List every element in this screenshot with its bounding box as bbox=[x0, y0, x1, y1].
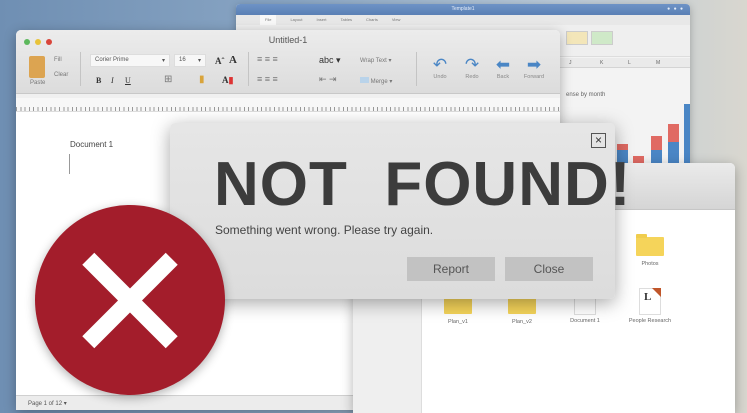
style-swatch[interactable] bbox=[566, 31, 588, 45]
text-cursor bbox=[69, 154, 70, 174]
column-j[interactable]: J bbox=[569, 60, 572, 66]
forward-arrow-icon: ➡ bbox=[526, 55, 542, 74]
page-indicator[interactable]: Page 1 of 12 bbox=[28, 401, 62, 407]
back-label: Back bbox=[496, 74, 510, 80]
increase-font-icon[interactable]: Aˆ bbox=[215, 56, 225, 66]
redo-icon: ↷ bbox=[464, 55, 480, 74]
indent-icon[interactable]: ⇤ ⇥ bbox=[319, 74, 337, 85]
error-dialog: × NOT FOUND! Something went wrong. Pleas… bbox=[170, 123, 630, 299]
style-swatch[interactable] bbox=[591, 31, 613, 45]
forward-label: Forward bbox=[523, 74, 545, 80]
underline-button[interactable]: U bbox=[125, 76, 131, 85]
align-top-icon[interactable]: ≡ ≡ ≡ bbox=[257, 54, 278, 64]
tab-tables[interactable]: Tables bbox=[340, 15, 352, 25]
paste-icon[interactable] bbox=[29, 56, 45, 78]
fill-color-icon[interactable]: ▮ bbox=[199, 74, 205, 85]
clear-button[interactable]: Clear bbox=[54, 72, 68, 78]
error-x-icon bbox=[35, 205, 225, 395]
borders-icon[interactable]: ⊞ bbox=[164, 74, 172, 85]
wrap-text-label: Wrap Text bbox=[360, 58, 387, 64]
decrease-font-icon[interactable]: A bbox=[229, 54, 237, 66]
forward-button[interactable]: ➡ Forward bbox=[519, 55, 549, 81]
file-item[interactable]: L People Research bbox=[615, 288, 685, 324]
redo-label: Redo bbox=[465, 74, 479, 80]
report-button[interactable]: Report bbox=[407, 257, 495, 281]
document-text[interactable]: Document 1 bbox=[70, 140, 113, 149]
error-message: Something went wrong. Please try again. bbox=[215, 223, 434, 237]
back-button[interactable]: ⬅ Back bbox=[488, 55, 518, 81]
bold-button[interactable]: B bbox=[96, 76, 101, 85]
ribbon-tabs: File Layout Insert Tables Charts View bbox=[236, 15, 690, 25]
back-arrow-icon: ⬅ bbox=[495, 55, 511, 74]
document-icon: L bbox=[639, 288, 661, 315]
chart-bar bbox=[668, 142, 679, 165]
undo-icon: ↶ bbox=[432, 55, 448, 74]
column-l[interactable]: L bbox=[628, 60, 631, 66]
chart-bar bbox=[684, 104, 690, 165]
file-label: People Research bbox=[628, 318, 672, 324]
file-item[interactable]: Plan_v2 bbox=[487, 292, 557, 325]
tab-insert[interactable]: Insert bbox=[316, 15, 326, 25]
ruler[interactable] bbox=[16, 98, 560, 112]
chart-bar bbox=[668, 124, 679, 142]
tab-view[interactable]: View bbox=[392, 15, 401, 25]
file-label: Document 1 bbox=[570, 318, 600, 324]
italic-button[interactable]: I bbox=[111, 76, 114, 85]
window-controls[interactable]: ● ● ● bbox=[667, 4, 684, 15]
file-item[interactable]: Plan_v1 bbox=[423, 292, 493, 325]
file-label: Plan_v1 bbox=[448, 319, 468, 325]
file-label: Plan_v2 bbox=[512, 319, 532, 325]
font-value: Corier Prime bbox=[95, 57, 129, 63]
file-label: Photos bbox=[641, 261, 659, 267]
undo-label: Undo bbox=[433, 74, 447, 80]
font-color-icon[interactable]: A▮ bbox=[222, 75, 233, 86]
undo-button[interactable]: ↶ Undo bbox=[425, 55, 455, 81]
window-title: Untitled-1 bbox=[268, 35, 308, 45]
font-size-select[interactable]: 16 ▾ bbox=[174, 54, 206, 67]
column-k[interactable]: K bbox=[600, 60, 603, 66]
tab-charts[interactable]: Charts bbox=[366, 15, 378, 25]
align-left-icon[interactable]: ≡ ≡ ≡ bbox=[257, 74, 278, 84]
chart-title: ense by month bbox=[566, 92, 606, 98]
tab-file[interactable]: File bbox=[260, 15, 277, 25]
file-item[interactable]: Photos bbox=[615, 234, 685, 267]
folder-icon bbox=[636, 234, 664, 256]
toolbar: Untitled-1 Paste Fill Clear Corier Prime… bbox=[16, 30, 560, 94]
chart-bar bbox=[651, 136, 662, 150]
spreadsheet-titlebar: Template1 ● ● ● bbox=[236, 4, 690, 15]
fill-button[interactable]: Fill bbox=[54, 57, 62, 63]
paste-button[interactable]: Paste bbox=[30, 80, 45, 86]
abc-label: abc bbox=[319, 55, 334, 65]
column-m[interactable]: M bbox=[656, 60, 660, 66]
redo-button[interactable]: ↷ Redo bbox=[457, 55, 487, 81]
spreadsheet-title: Template1 bbox=[451, 6, 475, 12]
tab-layout[interactable]: Layout bbox=[290, 15, 302, 25]
font-select[interactable]: Corier Prime ▾ bbox=[90, 54, 170, 67]
merge-button[interactable]: Merge ▾ bbox=[360, 77, 392, 85]
wrap-text-button[interactable]: Wrap Text ▾ bbox=[360, 57, 391, 64]
close-icon[interactable]: × bbox=[591, 133, 606, 148]
close-button[interactable]: Close bbox=[505, 257, 593, 281]
font-size-value: 16 bbox=[179, 57, 186, 63]
merge-label: Merge bbox=[370, 79, 388, 85]
error-headline: NOT FOUND! bbox=[214, 150, 632, 219]
spelling-button[interactable]: abc ▾ bbox=[319, 55, 341, 66]
